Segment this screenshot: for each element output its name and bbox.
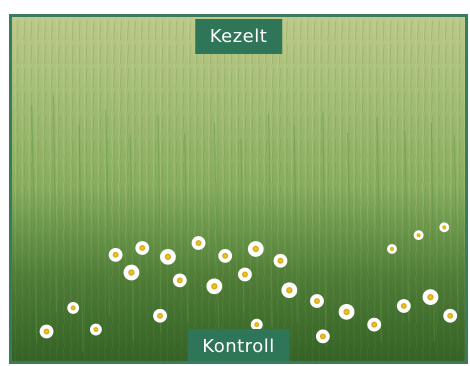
treated-label: Kezelt	[194, 19, 283, 54]
wheat-field-photo	[12, 17, 465, 361]
control-label: Kontroll	[187, 329, 290, 361]
photo-frame: Kezelt Kontroll	[9, 14, 468, 364]
